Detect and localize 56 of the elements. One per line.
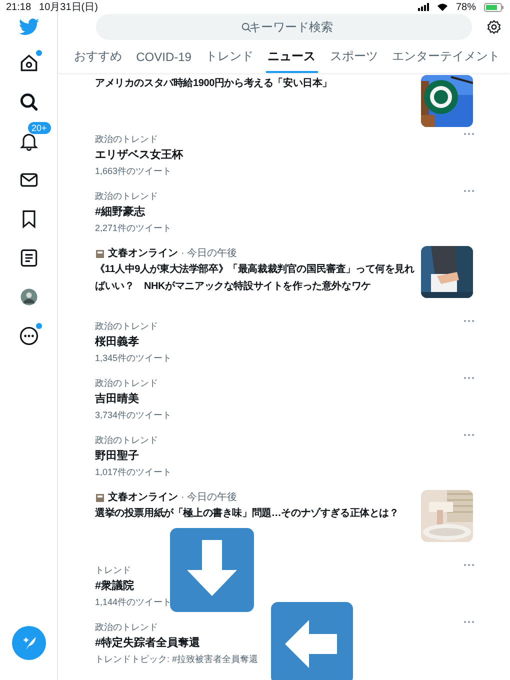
tweet-count: 1,663件のツイート — [95, 165, 172, 178]
news-headline[interactable]: 選挙の投票用紙が「極上の書き味」問題…そのナゾすぎる正体とは？ — [95, 505, 415, 522]
trend-title[interactable]: #特定失踪者全員奪還 — [95, 635, 200, 652]
news-source: 文春オンライン — [108, 490, 178, 505]
search-icon[interactable] — [18, 91, 40, 113]
settings-icon[interactable] — [486, 19, 502, 35]
tab[interactable]: COVID-19 — [134, 42, 194, 73]
tweet-count: トレンドトピック: #拉致被害者全員奪還 — [95, 653, 258, 666]
status-time: 21:18 — [6, 2, 32, 12]
trend-category: 政治のトレンド — [95, 190, 158, 203]
trend-category: 政治のトレンド — [95, 320, 158, 333]
more-options-icon[interactable] — [463, 132, 475, 136]
tab[interactable]: トレンド — [204, 42, 256, 73]
source-logo-icon — [95, 248, 105, 258]
trend-category: トレンド — [95, 564, 131, 577]
bird-logo-icon[interactable] — [18, 16, 40, 38]
tweet-count: 1,017件のツイート — [95, 466, 172, 479]
tab[interactable]: エンターテイメント — [390, 42, 502, 73]
more-options-icon[interactable] — [463, 376, 475, 380]
news-headline[interactable]: 《11人中9人が東大法学部卒》「最高裁裁判官の国民審査」って何を見ればいい？ NHKがマニアックな特設サイトを作った意外なワケ — [95, 261, 415, 295]
trend-title[interactable]: エリザベス女王杯 — [95, 147, 183, 164]
tab[interactable]: スポーツ — [328, 42, 380, 73]
battery-icon — [484, 2, 504, 12]
trend-title[interactable]: #衆議院 — [95, 578, 134, 595]
source-logo-icon — [95, 492, 105, 502]
more-icon[interactable] — [18, 325, 40, 347]
more-options-icon[interactable] — [463, 189, 475, 193]
trend-category: 政治のトレンド — [95, 133, 158, 146]
tab[interactable]: ニュース — [266, 42, 318, 73]
tab[interactable]: おすすめ — [72, 42, 124, 73]
search-field[interactable]: キーワード検索 — [96, 14, 472, 40]
trend-category: 政治のトレンド — [95, 434, 158, 447]
news-time: · 今日の午後 — [181, 247, 238, 261]
status-date: 10月31日(日) — [39, 1, 98, 14]
trend-category: 政治のトレンド — [95, 621, 158, 634]
tweet-count: 1,144件のツイート — [95, 596, 172, 609]
more-options-icon[interactable] — [463, 319, 475, 323]
battery-percent: 78% — [456, 2, 476, 12]
news-source: 文春オンライン — [108, 246, 178, 261]
signal-icon — [418, 3, 429, 11]
news-headline[interactable]: アメリカのスタバ時給1900円から考える「安い日本」 — [95, 75, 415, 92]
trend-category: 政治のトレンド — [95, 377, 158, 390]
notification-badge: 20+ — [26, 121, 52, 135]
tweet-count: 2,271件のツイート — [95, 222, 172, 235]
tweet-count: 3,734件のツイート — [95, 409, 172, 422]
more-options-icon[interactable] — [463, 433, 475, 437]
wifi-icon — [436, 3, 448, 11]
more-options-icon[interactable] — [463, 563, 475, 567]
trend-title[interactable]: 桜田義孝 — [95, 334, 139, 351]
trend-title[interactable]: #細野豪志 — [95, 204, 146, 221]
trend-title[interactable]: 野田聖子 — [95, 448, 139, 465]
trend-title[interactable]: 吉田晴美 — [95, 391, 139, 408]
news-time: · 今日の午後 — [181, 491, 238, 505]
tweet-count: 1,345件のツイート — [95, 352, 172, 365]
compose-button[interactable] — [12, 626, 46, 660]
more-options-icon[interactable] — [463, 620, 475, 624]
